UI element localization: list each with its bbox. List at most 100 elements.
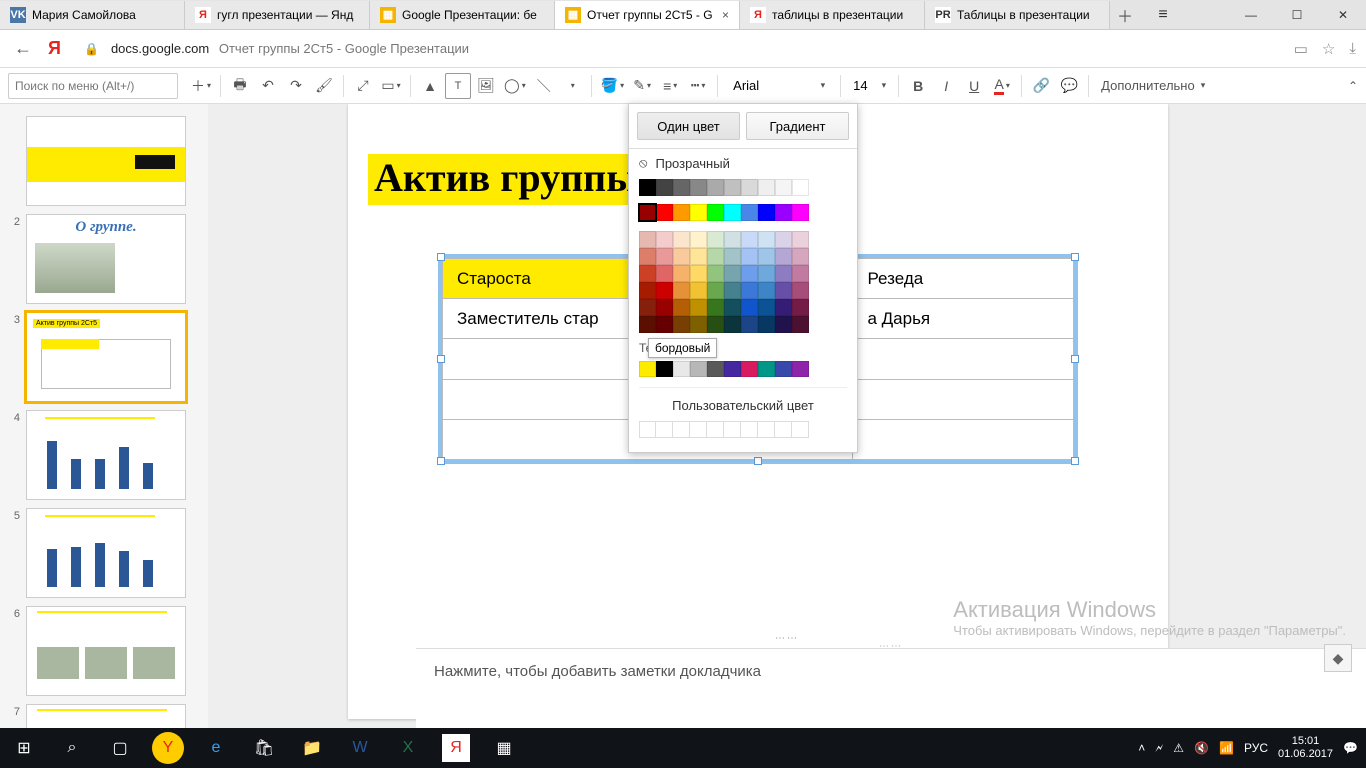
color-swatch[interactable] [792, 299, 809, 316]
explorer-taskbar-icon[interactable]: 📁 [288, 728, 336, 768]
color-swatch[interactable] [792, 265, 809, 282]
more-menu[interactable]: Дополнительно [1101, 78, 1205, 93]
color-swatch[interactable] [673, 231, 690, 248]
table-cell[interactable]: а Дарья [853, 299, 1074, 339]
recent-color-slot[interactable] [690, 421, 707, 438]
color-swatch[interactable] [656, 204, 673, 221]
theme-color-swatch[interactable] [673, 361, 690, 377]
wifi-icon[interactable]: 📶 [1219, 741, 1234, 755]
color-swatch[interactable] [758, 316, 775, 333]
line-tool[interactable]: ＼ [531, 73, 557, 99]
menu-search[interactable]: Поиск по меню (Alt+/) [8, 73, 178, 99]
browser-tab[interactable]: VKМария Самойлова [0, 1, 185, 29]
color-swatch[interactable] [639, 316, 656, 333]
theme-color-swatch[interactable] [775, 361, 792, 377]
color-swatch[interactable] [724, 248, 741, 265]
volume-icon[interactable]: 🔇 [1194, 741, 1209, 755]
yandex-logo-icon[interactable]: Я [48, 38, 72, 59]
color-swatch[interactable] [707, 231, 724, 248]
recent-color-slot[interactable] [707, 421, 724, 438]
color-swatch[interactable] [775, 316, 792, 333]
color-swatch[interactable] [792, 204, 809, 221]
url-display[interactable]: docs.google.com Отчет группы 2Ст5 - Goog… [111, 41, 1282, 56]
color-swatch[interactable] [741, 179, 758, 196]
color-swatch[interactable] [707, 179, 724, 196]
border-weight-button[interactable]: ≡ [657, 73, 683, 99]
color-swatch[interactable] [775, 204, 792, 221]
color-swatch[interactable] [707, 204, 724, 221]
color-swatch[interactable] [690, 282, 707, 299]
bold-button[interactable]: B [905, 73, 931, 99]
color-swatch[interactable] [656, 248, 673, 265]
notes-splitter-handle[interactable]: ⋯⋯ [879, 641, 903, 652]
color-swatch[interactable] [639, 179, 656, 196]
fill-color-button[interactable]: 🪣 [598, 73, 627, 99]
recent-colors[interactable] [629, 417, 857, 442]
color-swatch[interactable] [724, 204, 741, 221]
back-button[interactable]: ← [10, 38, 36, 59]
color-swatch[interactable] [741, 282, 758, 299]
word-taskbar-icon[interactable]: W [336, 728, 384, 768]
edge-taskbar-icon[interactable]: e [192, 728, 240, 768]
color-swatch[interactable] [724, 316, 741, 333]
recent-color-slot[interactable] [792, 421, 809, 438]
redo-button[interactable]: ↷ [283, 73, 309, 99]
store-taskbar-icon[interactable]: 🛍 [240, 728, 288, 768]
color-swatch[interactable] [724, 282, 741, 299]
browser-tab[interactable]: PRТаблицы в презентации [925, 1, 1110, 29]
undo-button[interactable]: ↶ [255, 73, 281, 99]
color-swatch[interactable] [673, 204, 690, 221]
downloads-icon[interactable]: ⤓ [1349, 40, 1356, 57]
text-color-button[interactable]: A [989, 73, 1015, 99]
paint-format-button[interactable]: 🖌 [311, 73, 337, 99]
textbox-tool[interactable]: T [445, 73, 471, 99]
theme-color-swatch[interactable] [639, 361, 656, 377]
new-slide-button[interactable]: ＋ [188, 73, 214, 99]
recent-color-slot[interactable] [673, 421, 690, 438]
minimize-button[interactable]: — [1228, 0, 1274, 30]
start-button[interactable]: ⊞ [0, 728, 48, 768]
theme-color-swatch[interactable] [656, 361, 673, 377]
image-tool[interactable]: 🖼 [473, 73, 499, 99]
language-indicator[interactable]: РУС [1244, 741, 1268, 755]
theme-color-swatch[interactable] [690, 361, 707, 377]
slide-thumbnail[interactable] [26, 508, 186, 598]
tray-expand-icon[interactable]: ˄ [1138, 741, 1145, 755]
color-swatch[interactable] [707, 282, 724, 299]
tab-close-icon[interactable]: × [722, 8, 729, 22]
theme-color-swatch[interactable] [724, 361, 741, 377]
translate-icon[interactable]: ▭ [1294, 40, 1308, 58]
select-tool[interactable]: ▲ [417, 73, 443, 99]
shape-tool[interactable]: ◯ [501, 73, 529, 99]
recent-color-slot[interactable] [724, 421, 741, 438]
task-view-button[interactable]: ▢ [96, 728, 144, 768]
table-cell[interactable] [853, 339, 1074, 379]
custom-color-button[interactable]: Пользовательский цвет [629, 388, 857, 417]
browser-tab[interactable]: Ягугл презентации — Янд [185, 1, 370, 29]
color-swatch[interactable] [758, 265, 775, 282]
theme-color-swatch[interactable] [707, 361, 724, 377]
color-swatch[interactable] [673, 248, 690, 265]
color-swatch[interactable] [724, 231, 741, 248]
color-swatch[interactable] [741, 265, 758, 282]
excel-taskbar-icon[interactable]: X [384, 728, 432, 768]
color-swatch[interactable] [690, 265, 707, 282]
color-swatch[interactable] [741, 231, 758, 248]
color-swatch[interactable] [741, 316, 758, 333]
color-swatch[interactable] [656, 282, 673, 299]
table-cell[interactable] [853, 419, 1074, 459]
theme-color-swatch[interactable] [741, 361, 758, 377]
bookmark-icon[interactable]: ☆ [1322, 40, 1335, 58]
color-swatch[interactable] [690, 179, 707, 196]
italic-button[interactable]: I [933, 73, 959, 99]
theme-color-swatch[interactable] [758, 361, 775, 377]
color-swatch[interactable] [775, 248, 792, 265]
zoom-button[interactable]: ⤢ [350, 73, 376, 99]
table-cell[interactable] [853, 379, 1074, 419]
color-swatch[interactable] [758, 204, 775, 221]
table-cell[interactable]: Резеда [853, 259, 1074, 299]
color-swatch[interactable] [673, 179, 690, 196]
color-swatch[interactable] [656, 316, 673, 333]
font-family-select[interactable]: Arial [724, 73, 834, 99]
slide-thumbnail[interactable] [26, 704, 186, 728]
